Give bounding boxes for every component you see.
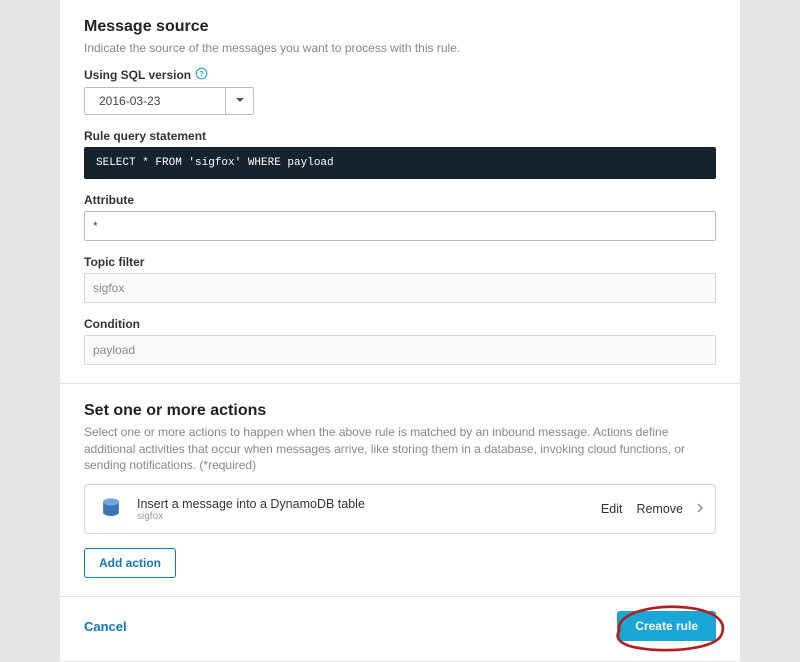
action-main: Insert a message into a DynamoDB table s… [137, 497, 601, 522]
create-rule-button[interactable]: Create rule [617, 611, 716, 641]
topic-filter-label: Topic filter [84, 255, 716, 269]
sql-version-label-text: Using SQL version [84, 68, 191, 82]
rule-query-label: Rule query statement [84, 129, 716, 143]
actions-description: Select one or more actions to happen whe… [84, 424, 716, 474]
topic-filter-input[interactable] [84, 273, 716, 303]
action-edit-link[interactable]: Edit [601, 502, 623, 516]
action-subtitle: sigfox [137, 511, 601, 522]
message-source-description: Indicate the source of the messages you … [84, 40, 716, 57]
dynamodb-icon [97, 495, 125, 523]
add-action-button[interactable]: Add action [84, 548, 176, 578]
sql-version-value: 2016-03-23 [85, 88, 225, 114]
attribute-label: Attribute [84, 193, 716, 207]
sql-version-label: Using SQL version ? [84, 67, 716, 83]
footer-row: Cancel Create rule [60, 597, 740, 661]
sql-version-select[interactable]: 2016-03-23 [84, 87, 254, 115]
rule-query-statement[interactable]: SELECT * FROM 'sigfox' WHERE payload [84, 147, 716, 179]
message-source-title: Message source [84, 18, 716, 36]
message-source-section: Message source Indicate the source of th… [60, 0, 740, 384]
cancel-link[interactable]: Cancel [84, 619, 127, 634]
condition-label: Condition [84, 317, 716, 331]
action-row-dynamodb[interactable]: Insert a message into a DynamoDB table s… [84, 484, 716, 534]
chevron-right-icon [697, 503, 703, 516]
actions-title: Set one or more actions [84, 402, 716, 420]
main-panel: Message source Indicate the source of th… [60, 0, 740, 661]
condition-input[interactable] [84, 335, 716, 365]
actions-section: Set one or more actions Select one or mo… [60, 384, 740, 597]
info-icon[interactable]: ? [195, 67, 208, 83]
action-remove-link[interactable]: Remove [636, 502, 683, 516]
chevron-down-icon [225, 88, 253, 114]
action-title: Insert a message into a DynamoDB table [137, 497, 601, 511]
svg-text:?: ? [199, 69, 204, 78]
attribute-input[interactable] [84, 211, 716, 241]
